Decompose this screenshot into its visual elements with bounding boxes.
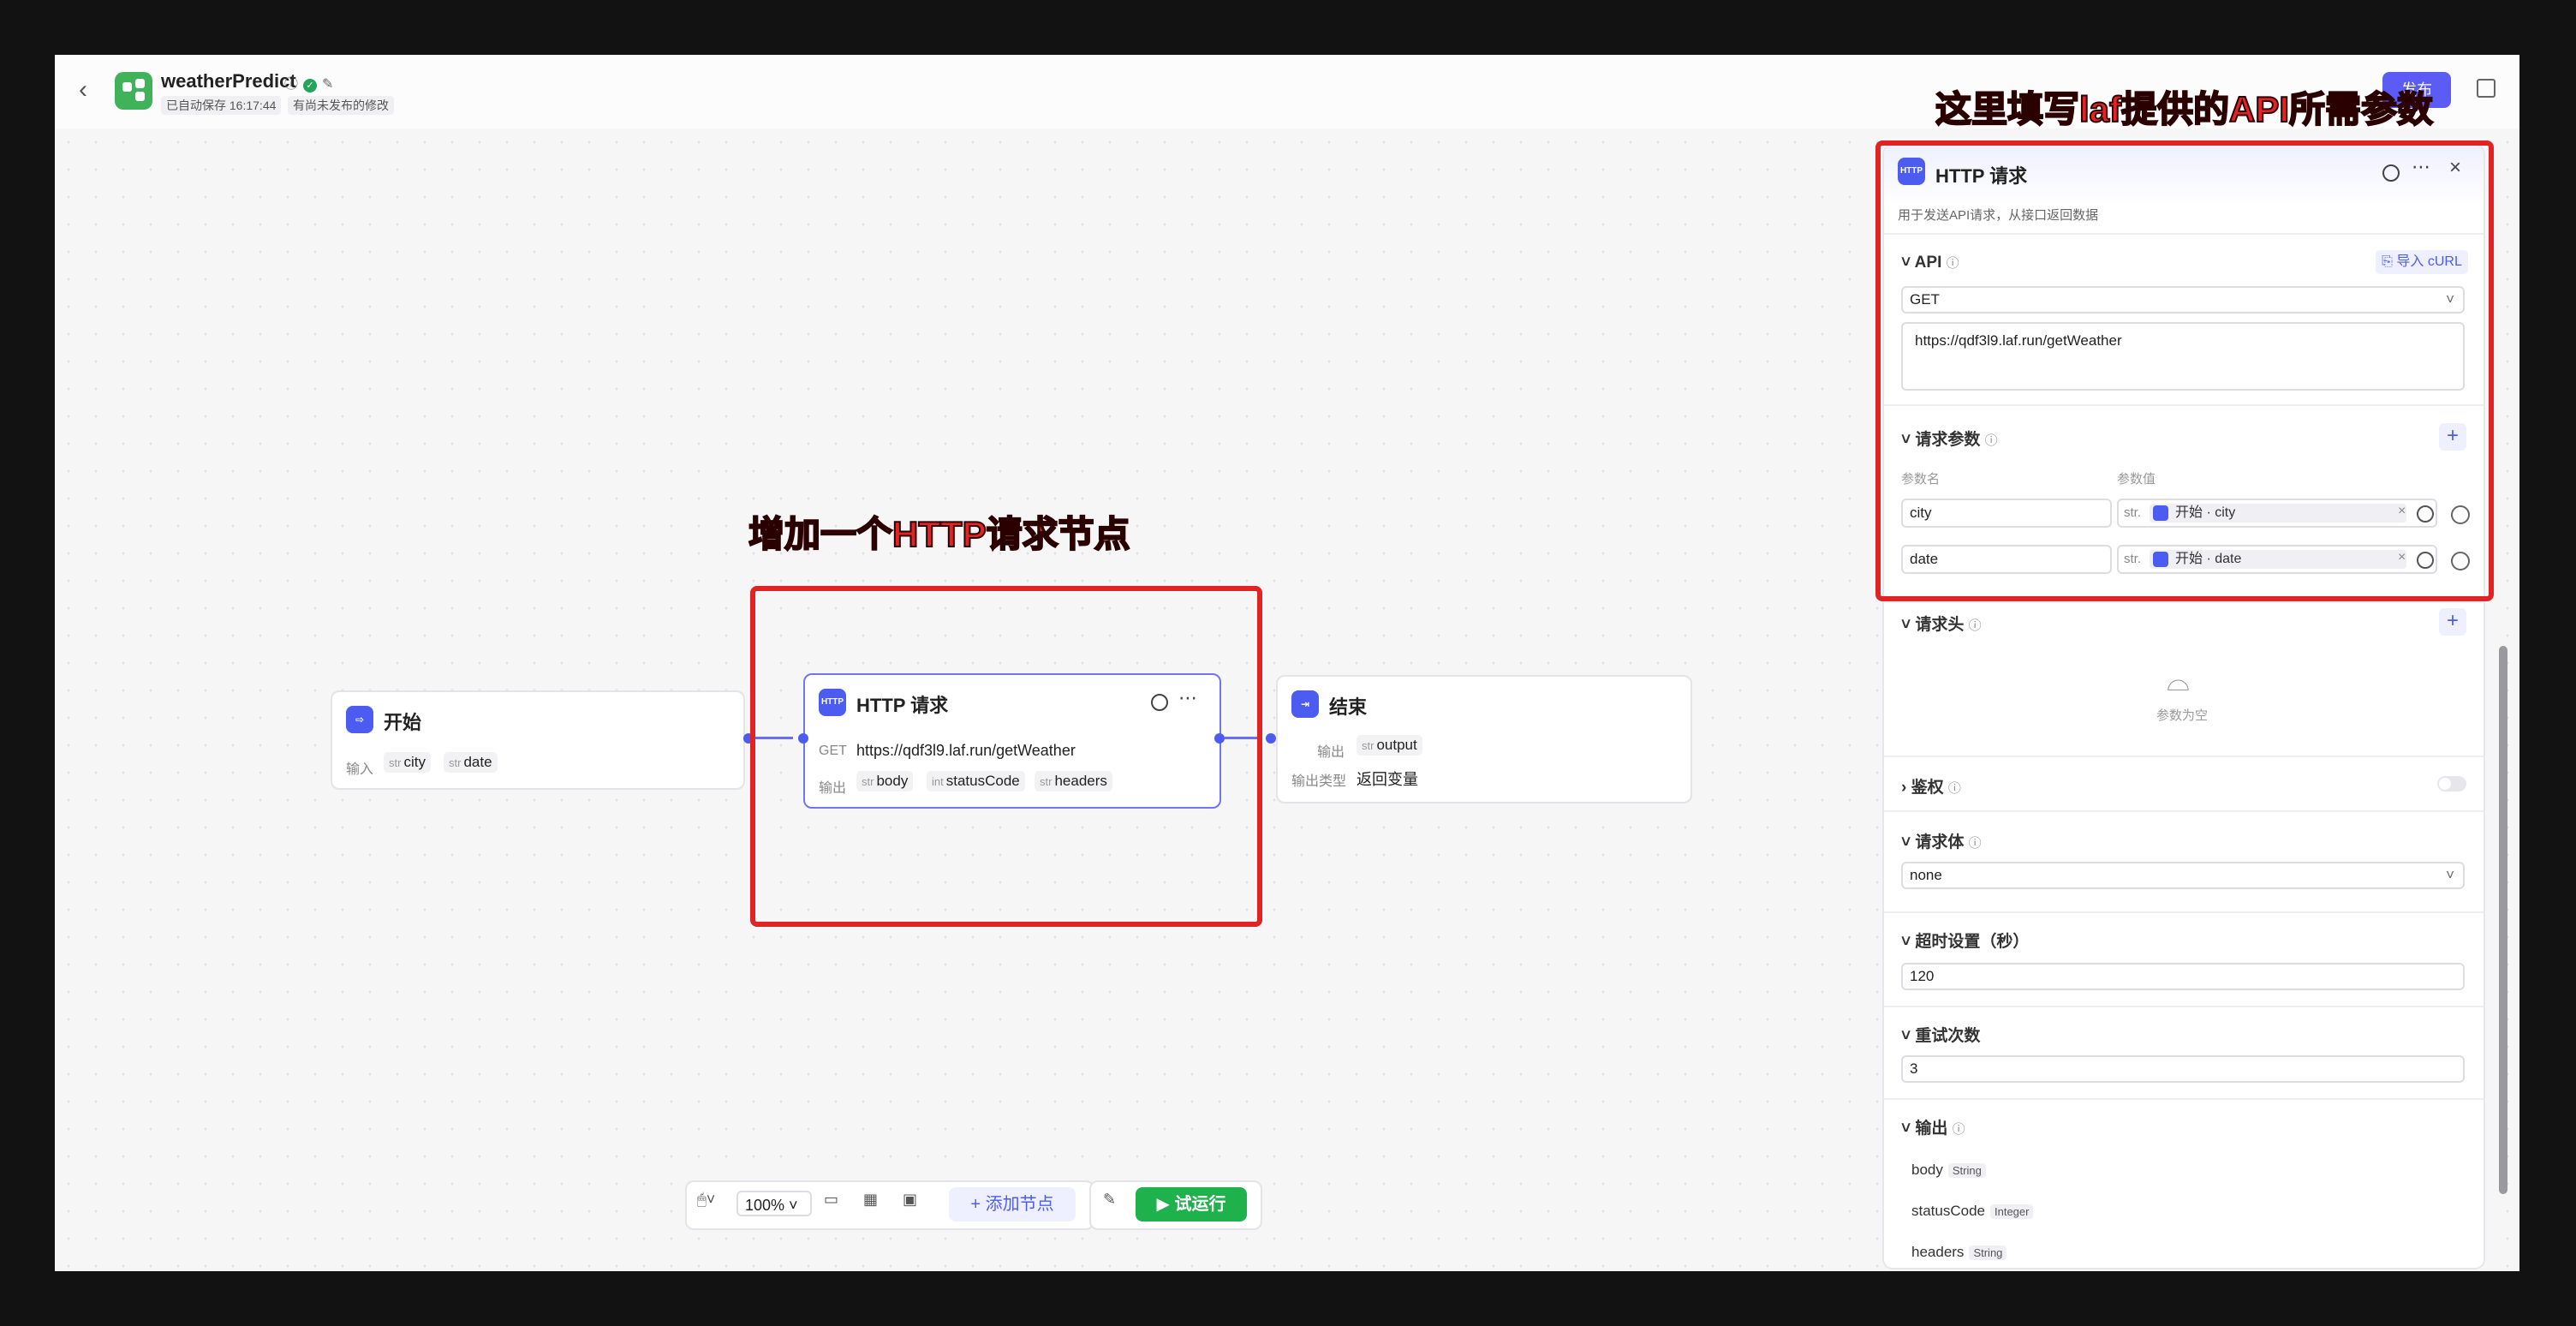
output-tag: str output bbox=[1357, 735, 1422, 756]
input-handle[interactable] bbox=[1266, 733, 1276, 744]
timeout-input[interactable]: 120 bbox=[1901, 963, 2465, 990]
node-title: 开始 bbox=[384, 712, 422, 733]
autosave-badge: 已自动保存 16:17:44 bbox=[161, 96, 282, 115]
output-label: 输出 bbox=[1317, 745, 1345, 760]
workflow-editor: ‹ weatherPredict ⓘ ✓ ✎ 已自动保存 16:17:44 有尚未发… bbox=[55, 55, 2519, 1271]
window-icon[interactable] bbox=[2477, 79, 2496, 98]
auth-toggle[interactable] bbox=[2437, 776, 2466, 791]
output-label[interactable]: ˅ 输出 ⓘ bbox=[1901, 1115, 1965, 1138]
run-button[interactable]: ▶ 试运行 bbox=[1136, 1187, 1247, 1221]
run-toolbar: ✎ ▶ 试运行 bbox=[1089, 1180, 1262, 1230]
add-node-button[interactable]: + 添加节点 bbox=[949, 1187, 1076, 1221]
start-icon: ⇨ bbox=[346, 706, 373, 733]
headers-label[interactable]: ˅ 请求头 ⓘ bbox=[1901, 612, 1982, 635]
output-row: headers String bbox=[1911, 1244, 2007, 1261]
minimap-icon[interactable]: ▣ bbox=[903, 1191, 917, 1209]
annotation-box bbox=[1875, 140, 2494, 601]
headers-section: ˅ 请求头 ⓘ + ⌓ 参数为空 bbox=[1884, 601, 2484, 757]
output-type-value: 返回变量 bbox=[1357, 771, 1418, 788]
body-section: ˅ 请求体 ⓘ none ˅ bbox=[1884, 810, 2484, 913]
annotation-text: 增加一个HTTP请求节点 bbox=[748, 513, 1131, 555]
bottom-toolbar: 🖱˅ 100% ˅ ▭ ▦ ▣ + 添加节点 bbox=[685, 1180, 1094, 1230]
annotation-box bbox=[750, 586, 1262, 927]
auth-label[interactable]: › 鉴权 ⓘ bbox=[1901, 774, 1961, 797]
output-type-label: 输出类型 bbox=[1291, 774, 1347, 789]
start-node[interactable]: ⇨ 开始 输入 str city str date bbox=[331, 690, 745, 790]
timeout-section: ˅ 超时设置（秒） 120 bbox=[1884, 911, 2484, 1007]
app-logo-icon bbox=[115, 72, 152, 110]
mouse-icon[interactable]: 🖱˅ bbox=[697, 1191, 715, 1209]
node-title: 结束 bbox=[1329, 696, 1368, 718]
timeout-label[interactable]: ˅ 超时设置（秒） bbox=[1901, 929, 2029, 952]
param-tag: str city bbox=[384, 752, 431, 773]
end-node[interactable]: ⇥ 结束 输出 str output 输出类型 返回变量 bbox=[1276, 675, 1692, 803]
output-row: body String bbox=[1911, 1162, 1986, 1179]
headers-empty-text: 参数为空 bbox=[2156, 708, 2209, 723]
title-icons: ⓘ ✓ ✎ bbox=[284, 72, 333, 93]
debug-icon[interactable]: ✎ bbox=[1103, 1191, 1116, 1209]
comment-icon[interactable]: ▭ bbox=[824, 1191, 838, 1209]
retry-label[interactable]: ˅ 重试次数 bbox=[1901, 1023, 1980, 1046]
grid-icon[interactable]: ▦ bbox=[863, 1191, 878, 1209]
input-label: 输入 bbox=[346, 762, 374, 777]
retry-input[interactable]: 3 bbox=[1901, 1055, 2465, 1083]
add-header-button[interactable]: + bbox=[2439, 608, 2466, 636]
end-icon: ⇥ bbox=[1291, 690, 1319, 718]
empty-box-icon: ⌓ bbox=[2167, 665, 2190, 697]
info-icon[interactable]: ⓘ bbox=[284, 77, 298, 92]
unpublished-badge: 有尚未发布的修改 bbox=[288, 96, 394, 115]
check-icon: ✓ bbox=[303, 79, 318, 93]
edit-icon[interactable]: ✎ bbox=[322, 77, 333, 92]
param-tag: str date bbox=[444, 752, 498, 773]
auth-section: › 鉴权 ⓘ bbox=[1884, 756, 2484, 812]
body-label[interactable]: ˅ 请求体 ⓘ bbox=[1901, 829, 1982, 852]
chevron-left-icon[interactable]: ‹ bbox=[79, 75, 87, 105]
zoom-select[interactable]: 100% ˅ bbox=[736, 1191, 812, 1216]
annotation-text: 这里填写laf提供的API所需参数 bbox=[1935, 88, 2434, 130]
app-title: weatherPredict bbox=[161, 70, 296, 92]
output-row: statusCode Integer bbox=[1911, 1203, 2034, 1220]
output-section: ˅ 输出 ⓘ body String statusCode Integer head… bbox=[1884, 1098, 2484, 1268]
panel-scrollbar[interactable] bbox=[2499, 646, 2507, 1194]
retry-section: ˅ 重试次数 3 bbox=[1884, 1006, 2484, 1102]
body-select[interactable]: none ˅ bbox=[1901, 862, 2465, 889]
